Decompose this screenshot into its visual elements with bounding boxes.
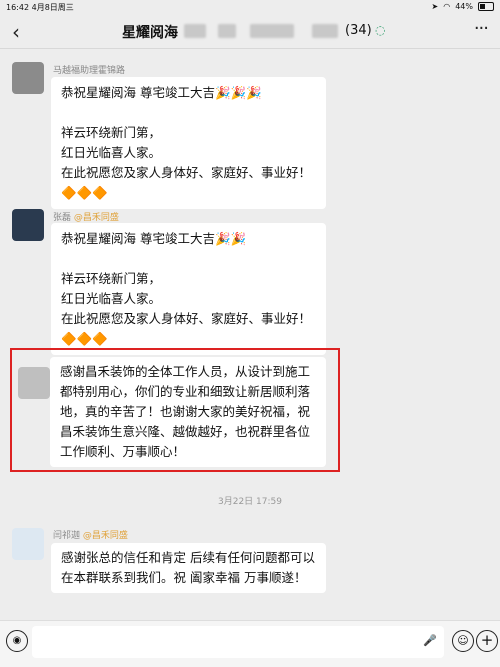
input-bar: ◉ 🎤 ☺ +: [0, 620, 500, 667]
highlight-box: [10, 348, 340, 472]
avatar[interactable]: [12, 209, 44, 241]
sender-label: 张磊: [53, 213, 72, 223]
sender-label: 马越福助理霍锦路: [53, 66, 126, 76]
message-text: 恭祝星耀阅海 尊宅竣工大吉🎉🎉🎉 祥云环绕新门第， 红日光临喜人家。 在此祝愿您…: [61, 85, 312, 200]
status-time-date: 16:42 4月8日周三: [6, 2, 74, 13]
sender-name: 闫祁迦 @昌禾同盛: [53, 528, 128, 541]
redacted-block: [218, 24, 236, 38]
status-bar: 16:42 4月8日周三 ➤ ◠ 44%: [0, 0, 500, 14]
sender-label: 闫祁迦: [53, 531, 81, 541]
redacted-block: [250, 24, 294, 38]
chat-title: 星耀阅海: [122, 25, 178, 41]
avatar[interactable]: [12, 528, 44, 560]
sender-tag: @昌禾同盛: [82, 531, 128, 541]
location-icon: ➤: [431, 2, 439, 11]
message-bubble[interactable]: 恭祝星耀阅海 尊宅竣工大吉🎉🎉🎉 祥云环绕新门第， 红日光临喜人家。 在此祝愿您…: [51, 77, 326, 209]
sender-name: 张磊 @昌禾同盛: [53, 210, 119, 223]
muted-icon: ◌: [375, 23, 386, 37]
emoji-icon[interactable]: ☺: [452, 630, 474, 652]
plus-icon[interactable]: +: [476, 630, 498, 652]
avatar[interactable]: [12, 62, 44, 94]
member-count: (34): [345, 23, 372, 38]
more-icon[interactable]: ···: [474, 18, 489, 39]
redacted-block: [184, 24, 206, 38]
voice-icon[interactable]: ◉: [6, 630, 28, 652]
status-time: 16:42: [6, 3, 30, 12]
message-bubble[interactable]: 感谢张总的信任和肯定 后续有任何问题都可以在本群联系到我们。祝 阖家幸福 万事顺…: [51, 543, 326, 593]
sender-name: 马越福助理霍锦路: [53, 63, 125, 76]
message-input[interactable]: [32, 626, 444, 658]
chevron-left-icon[interactable]: ‹: [12, 20, 20, 44]
sender-tag: @昌禾同盛: [73, 213, 119, 223]
battery-fill: [480, 4, 485, 9]
battery-icon: [478, 2, 494, 11]
message-bubble[interactable]: 恭祝星耀阅海 尊宅竣工大吉🎉🎉 祥云环绕新门第， 红日光临喜人家。 在此祝愿您及…: [51, 223, 326, 355]
status-date: 4月8日周三: [31, 3, 74, 12]
status-indicators: ➤ ◠ 44%: [432, 2, 494, 11]
message-text: 感谢张总的信任和肯定 后续有任何问题都可以在本群联系到我们。祝 阖家幸福 万事顺…: [61, 550, 315, 585]
chat-header: ‹ 星耀阅海 (34) ◌ ···: [0, 14, 500, 48]
header-divider: [0, 48, 500, 49]
redacted-block: [312, 24, 338, 38]
message-text: 恭祝星耀阅海 尊宅竣工大吉🎉🎉 祥云环绕新门第， 红日光临喜人家。 在此祝愿您及…: [61, 231, 312, 346]
battery-percent: 44%: [455, 2, 473, 11]
wifi-icon: ◠: [443, 2, 451, 11]
mic-icon[interactable]: 🎤: [423, 634, 437, 647]
message-timestamp: 3月22日 17:59: [218, 497, 282, 507]
